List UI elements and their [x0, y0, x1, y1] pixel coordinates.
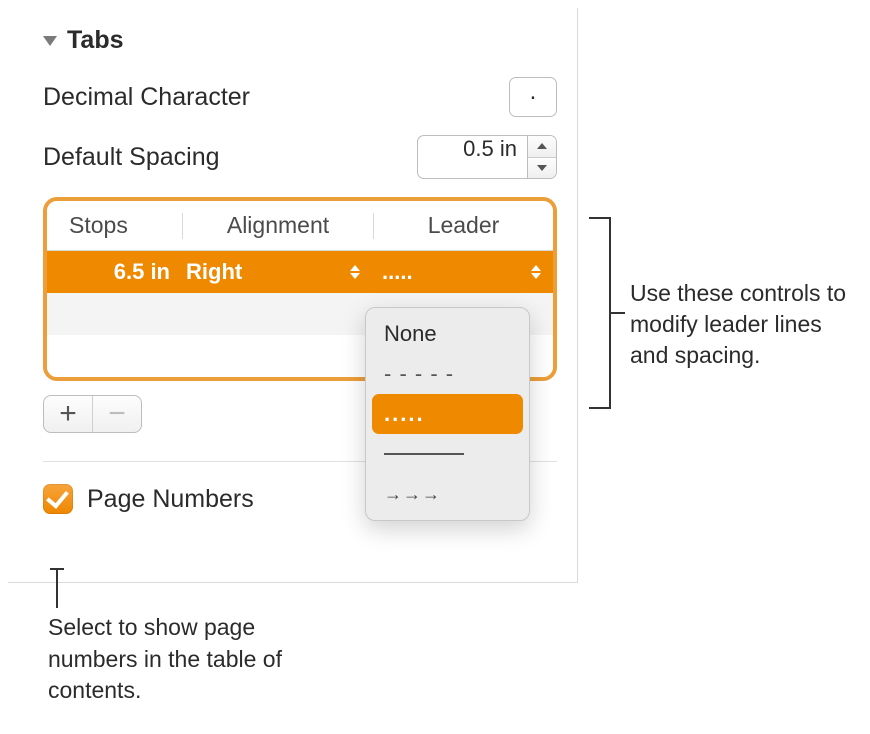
- spacing-step-up-button[interactable]: [528, 136, 556, 158]
- callout-bracket-icon: [589, 217, 611, 409]
- table-header: Stops Alignment Leader: [47, 201, 553, 251]
- header-stops[interactable]: Stops: [47, 212, 182, 239]
- minus-icon: −: [108, 397, 126, 431]
- add-tab-stop-button[interactable]: +: [44, 396, 92, 432]
- decimal-character-label: Decimal Character: [43, 83, 250, 112]
- decimal-character-row: Decimal Character .: [43, 77, 557, 117]
- leader-option-arrows[interactable]: →→→: [372, 474, 523, 514]
- leader-option-dashes[interactable]: - - - - -: [372, 354, 523, 394]
- decimal-character-input[interactable]: .: [509, 77, 557, 117]
- leader-popup[interactable]: .....: [372, 259, 553, 285]
- default-spacing-input[interactable]: 0.5 in: [417, 135, 527, 179]
- leader-menu: None - - - - - ..... →→→: [365, 307, 530, 521]
- section-title: Tabs: [67, 26, 124, 55]
- spacing-stepper: [527, 135, 557, 179]
- plus-icon: +: [59, 397, 77, 431]
- header-alignment[interactable]: Alignment: [183, 212, 373, 239]
- tab-stop-row-selected[interactable]: 6.5 in Right .....: [47, 251, 553, 293]
- add-remove-control: + −: [43, 395, 142, 433]
- leader-option-line[interactable]: [372, 434, 523, 474]
- stop-value[interactable]: 6.5 in: [47, 259, 182, 285]
- alignment-value: Right: [186, 259, 242, 285]
- callout-leader-controls: Use these controls to modify leader line…: [630, 278, 855, 371]
- leader-option-none[interactable]: None: [372, 314, 523, 354]
- disclosure-triangle-icon[interactable]: [43, 36, 57, 46]
- leader-option-dots[interactable]: .....: [372, 394, 523, 434]
- callout-line-icon: [56, 570, 58, 608]
- page-numbers-checkbox[interactable]: [43, 484, 73, 514]
- callout-page-numbers: Select to show page numbers in the table…: [48, 612, 348, 707]
- chevron-up-icon: [537, 143, 547, 149]
- updown-chevron-icon: [350, 265, 360, 279]
- updown-chevron-icon: [531, 265, 541, 279]
- page-numbers-label: Page Numbers: [87, 485, 254, 514]
- leader-value: .....: [382, 259, 413, 285]
- remove-tab-stop-button[interactable]: −: [93, 396, 141, 432]
- chevron-down-icon: [537, 165, 547, 171]
- alignment-popup[interactable]: Right: [182, 259, 372, 285]
- line-icon: [384, 453, 464, 455]
- header-leader[interactable]: Leader: [374, 212, 553, 239]
- default-spacing-label: Default Spacing: [43, 143, 220, 172]
- default-spacing-row: Default Spacing 0.5 in: [43, 135, 557, 179]
- spacing-step-down-button[interactable]: [528, 158, 556, 179]
- section-header[interactable]: Tabs: [43, 26, 557, 55]
